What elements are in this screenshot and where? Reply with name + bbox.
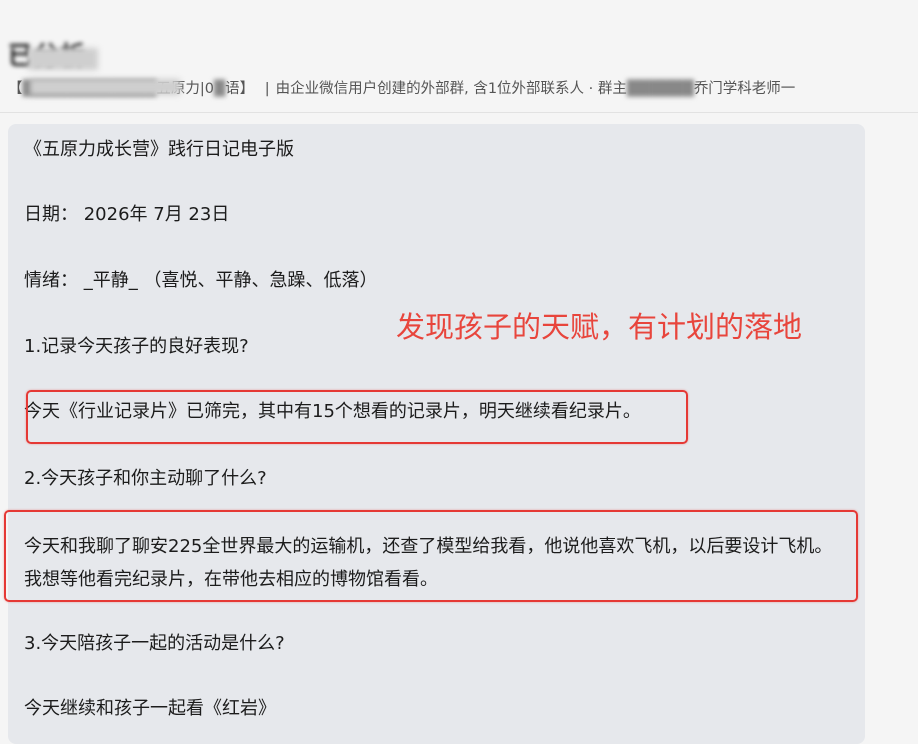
- title-redaction: [28, 48, 98, 70]
- question-3: 3.今天陪孩子一起的活动是什么?: [24, 633, 285, 654]
- chat-header: 已分析 【████████████五原力|0█语】 |由企业微信用户创建的外部群…: [0, 0, 918, 113]
- group-owner-suffix: 乔门学科老师一: [693, 81, 796, 97]
- group-prefix: 【: [8, 81, 23, 97]
- question-1: 1.记录今天孩子的良好表现?: [24, 336, 249, 357]
- highlight-box-2: [4, 510, 858, 602]
- group-name-masked-2: █: [213, 81, 226, 97]
- question-2: 2.今天孩子和你主动聊了什么?: [24, 468, 267, 489]
- group-owner-masked: ██████: [626, 81, 694, 97]
- info-separator: |: [264, 81, 270, 97]
- annotation-text: 发现孩子的天赋，有计划的落地: [396, 310, 803, 344]
- answer-3: 今天继续和孩子一起看《红岩》: [24, 698, 276, 719]
- doc-title: 《五原力成长营》践行日记电子版: [24, 139, 294, 160]
- mood-line: 情绪： _平静_ （喜悦、平静、急躁、低落）: [24, 270, 378, 291]
- date-line: 日期： 2026年 7月 23日: [24, 204, 230, 225]
- group-name-fragment-2: 语】: [225, 81, 255, 97]
- highlight-box-1: [26, 390, 688, 444]
- group-description: 由企业微信用户创建的外部群, 含1位外部联系人 · 群主: [275, 81, 627, 97]
- info-redaction: [30, 79, 180, 95]
